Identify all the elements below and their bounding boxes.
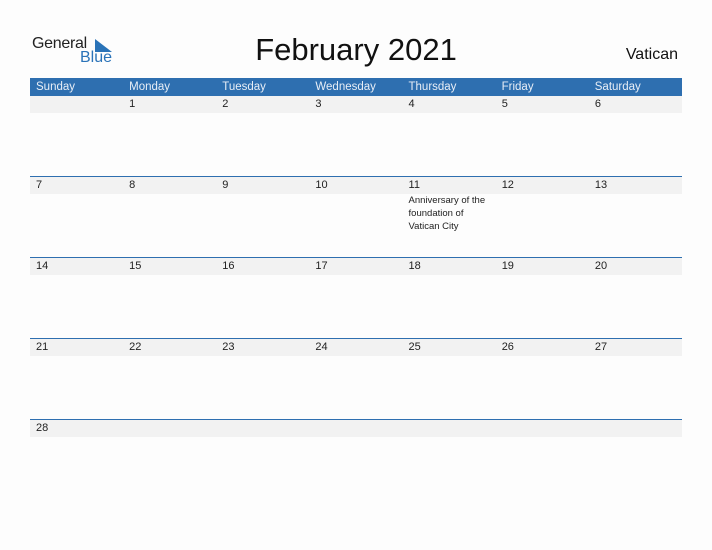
day-number: 18 xyxy=(408,259,421,272)
day-cell: 1 xyxy=(123,96,216,177)
day-number: 16 xyxy=(222,259,235,272)
day-number: 7 xyxy=(36,178,43,191)
day-number: 24 xyxy=(315,340,328,353)
week-row: 14 15 16 17 18 19 20 xyxy=(30,256,682,339)
day-cell xyxy=(309,420,402,501)
day-cell: 12 xyxy=(496,177,589,258)
day-number: 13 xyxy=(594,178,608,191)
day-number: 26 xyxy=(501,340,514,353)
day-cell: 16 xyxy=(216,258,309,339)
day-number: 17 xyxy=(315,259,328,272)
day-cell xyxy=(589,420,682,501)
day-cell: 18 xyxy=(403,258,496,339)
day-number: 10 xyxy=(315,178,328,191)
day-number: 3 xyxy=(315,98,322,110)
day-number: 8 xyxy=(129,178,136,191)
day-cell: 2 xyxy=(216,96,309,177)
day-cell: 22 xyxy=(123,339,216,420)
weekday-wednesday: Wednesday xyxy=(315,81,376,93)
day-number: 22 xyxy=(129,340,142,353)
day-cell: 17 xyxy=(309,258,402,339)
day-number: 19 xyxy=(501,259,514,272)
day-cell: 15 xyxy=(123,258,216,339)
page-title: February 2021 xyxy=(255,32,457,67)
day-number: 21 xyxy=(36,340,49,353)
day-cell: 19 xyxy=(496,258,589,339)
week-row: 21 22 23 24 25 26 27 xyxy=(30,337,682,420)
day-cell: 27 xyxy=(589,339,682,420)
day-cell: 9 xyxy=(216,177,309,258)
day-number: 5 xyxy=(501,98,508,110)
day-cell: 8 xyxy=(123,177,216,258)
day-cell: 4 xyxy=(403,96,496,177)
day-number: 23 xyxy=(222,340,235,353)
day-number: 11 xyxy=(408,178,420,191)
day-cell: 5 xyxy=(496,96,589,177)
week-row: 28 xyxy=(30,418,682,501)
day-cell: 11 Anniversary of the foundation of Vatic… xyxy=(403,177,496,258)
weekday-friday: Friday xyxy=(501,81,534,93)
day-cell: 25 xyxy=(403,339,496,420)
day-cell xyxy=(123,420,216,501)
day-number: 1 xyxy=(129,98,136,110)
weekday-tuesday: Tuesday xyxy=(222,81,266,93)
day-number: 28 xyxy=(36,421,49,434)
day-cell xyxy=(403,420,496,501)
day-number: 15 xyxy=(129,259,142,272)
day-cell: 14 xyxy=(30,258,123,339)
day-cell xyxy=(216,420,309,501)
day-cell xyxy=(30,96,123,177)
day-cell: 3 xyxy=(309,96,402,177)
day-cell: 7 xyxy=(30,177,123,258)
day-number: 2 xyxy=(222,98,229,110)
day-cell: 26 xyxy=(496,339,589,420)
weekday-monday: Monday xyxy=(129,81,171,93)
weekday-sunday: Sunday xyxy=(36,81,76,93)
day-cell: 20 xyxy=(589,258,682,339)
day-number: 25 xyxy=(408,340,421,353)
day-cell xyxy=(496,420,589,501)
day-number: 12 xyxy=(501,178,514,191)
holiday-event: Anniversary of the foundation of Vatican… xyxy=(408,194,486,232)
week-row: 7 8 9 10 11 Anniversary of the foundation of … xyxy=(30,175,682,258)
day-number: 6 xyxy=(594,98,601,110)
country-label: Vatican xyxy=(625,46,678,63)
day-cell: 6 xyxy=(589,96,682,177)
day-number: 20 xyxy=(594,259,608,272)
day-cell: 23 xyxy=(216,339,309,420)
day-number: 14 xyxy=(36,259,49,272)
day-number: 4 xyxy=(408,98,415,110)
day-cell: 28 xyxy=(30,420,123,501)
day-cell: 24 xyxy=(309,339,402,420)
weekday-saturday: Saturday xyxy=(594,81,641,93)
day-number: 27 xyxy=(594,340,608,353)
weekday-header: Sunday Monday Tuesday Wednesday Thursday… xyxy=(30,78,682,96)
week-row: 1 2 3 4 5 6 xyxy=(30,96,682,177)
day-cell: 10 xyxy=(309,177,402,258)
day-cell: 13 xyxy=(589,177,682,258)
day-cell: 21 xyxy=(30,339,123,420)
weekday-thursday: Thursday xyxy=(408,81,457,93)
day-number: 9 xyxy=(222,178,229,191)
